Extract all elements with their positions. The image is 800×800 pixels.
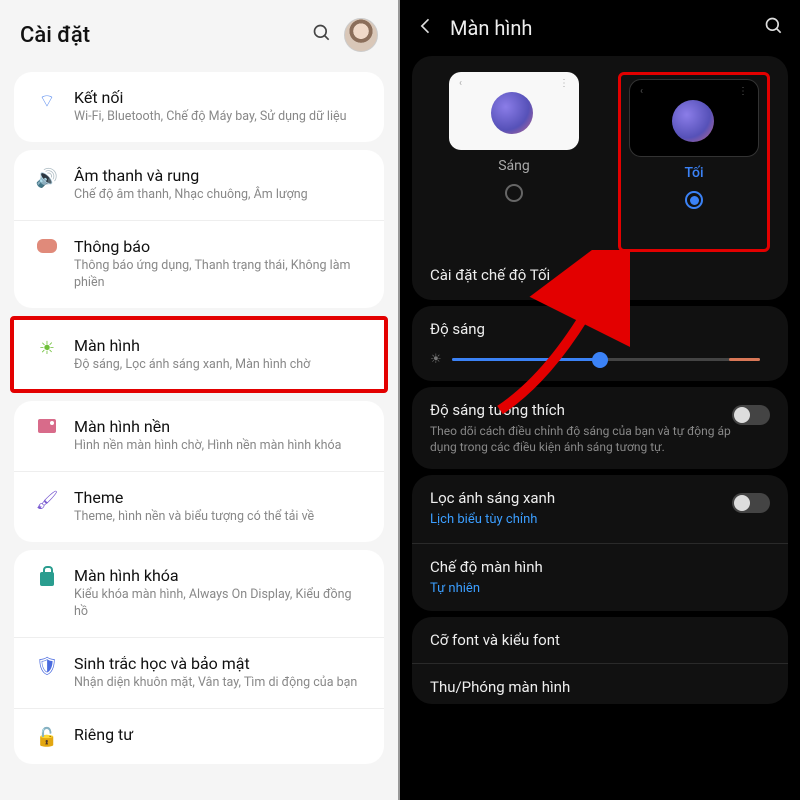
settings-item-privacy[interactable]: 🔓 Riêng tư bbox=[14, 709, 384, 764]
sun-dim-icon: ☀ bbox=[430, 352, 442, 367]
page-title: Màn hình bbox=[450, 16, 764, 40]
screenmode-label: Chế độ màn hình bbox=[430, 558, 770, 576]
item-sub: Theme, hình nền và biểu tượng có thể tải… bbox=[74, 509, 366, 526]
blue-light-row[interactable]: Lọc ánh sáng xanh Lịch biểu tùy chỉnh bbox=[430, 489, 770, 529]
settings-item-theme[interactable]: 🖌 Theme Theme, hình nền và biểu tượng có… bbox=[14, 472, 384, 542]
item-sub: Wi-Fi, Bluetooth, Chế độ Máy bay, Sử dụn… bbox=[74, 109, 366, 126]
notification-icon bbox=[32, 239, 62, 253]
settings-item-display[interactable]: ☀ Màn hình Độ sáng, Lọc ánh sáng xanh, M… bbox=[14, 320, 384, 390]
settings-item-wallpaper[interactable]: Màn hình nền Hình nền màn hình chờ, Hình… bbox=[14, 401, 384, 472]
item-label: Màn hình bbox=[74, 336, 366, 355]
theme-mode-card: ‹⋮ Sáng ‹⋮ Tối Cài đặt chế độ Tối bbox=[412, 56, 788, 300]
item-sub: Thông báo ứng dụng, Thanh trạng thái, Kh… bbox=[74, 258, 366, 292]
screen-mode-row[interactable]: Chế độ màn hình Tự nhiên bbox=[430, 558, 770, 598]
item-label: Màn hình nền bbox=[74, 417, 366, 436]
search-icon[interactable] bbox=[312, 23, 332, 47]
radio-light[interactable] bbox=[505, 184, 523, 202]
item-sub: Độ sáng, Lọc ánh sáng xanh, Màn hình chờ bbox=[74, 357, 366, 374]
sound-icon: 🔊 bbox=[32, 168, 62, 189]
bluelight-label: Lọc ánh sáng xanh bbox=[430, 489, 732, 507]
lock-icon bbox=[32, 568, 62, 586]
screenmode-sub: Tự nhiên bbox=[430, 580, 770, 598]
item-sub: Kiểu khóa màn hình, Always On Display, K… bbox=[74, 587, 366, 621]
settings-group-2: 🔊 Âm thanh và rung Chế độ âm thanh, Nhạc… bbox=[14, 150, 384, 308]
slider-thumb[interactable] bbox=[592, 352, 608, 368]
settings-item-lockscreen[interactable]: Màn hình khóa Kiểu khóa màn hình, Always… bbox=[14, 550, 384, 638]
item-label: Riêng tư bbox=[74, 725, 366, 744]
settings-group-1: ⌔ Kết nối Wi-Fi, Bluetooth, Chế độ Máy b… bbox=[14, 72, 384, 142]
highlight-dark-mode: ‹⋮ Tối bbox=[618, 72, 770, 252]
bluelight-sub: Lịch biểu tùy chỉnh bbox=[430, 511, 732, 529]
settings-item-notifications[interactable]: Thông báo Thông báo ứng dụng, Thanh trạn… bbox=[14, 221, 384, 308]
theme-icon: 🖌 bbox=[32, 490, 62, 511]
adaptive-sub: Theo dõi cách điều chỉnh độ sáng của bạn… bbox=[430, 423, 732, 455]
adaptive-toggle[interactable] bbox=[732, 405, 770, 425]
wallpaper-icon bbox=[32, 419, 62, 433]
settings-pane: Cài đặt ⌔ Kết nối Wi-Fi, Bluetooth, Chế … bbox=[0, 0, 400, 800]
item-label: Kết nối bbox=[74, 88, 366, 107]
more-display-card: Lọc ánh sáng xanh Lịch biểu tùy chỉnh Ch… bbox=[412, 475, 788, 611]
wifi-icon: ⌔ bbox=[32, 90, 62, 113]
theme-label-light: Sáng bbox=[498, 158, 530, 174]
font-card: Cỡ font và kiểu font Thu/Phóng màn hình bbox=[412, 617, 788, 704]
settings-item-connections[interactable]: ⌔ Kết nối Wi-Fi, Bluetooth, Chế độ Máy b… bbox=[14, 72, 384, 142]
item-label: Thông báo bbox=[74, 237, 366, 256]
settings-item-biometrics[interactable]: 🛡 Sinh trắc học và bảo mật Nhận diện khu… bbox=[14, 638, 384, 709]
item-sub: Nhận diện khuôn mặt, Vân tay, Tìm di độn… bbox=[74, 675, 366, 692]
bluelight-toggle[interactable] bbox=[732, 493, 770, 513]
display-header: Màn hình bbox=[400, 0, 800, 50]
item-sub: Hình nền màn hình chờ, Hình nền màn hình… bbox=[74, 438, 366, 455]
light-preview: ‹⋮ bbox=[449, 72, 579, 150]
dark-preview: ‹⋮ bbox=[629, 79, 759, 157]
radio-dark[interactable] bbox=[685, 191, 703, 209]
item-sub: Chế độ âm thanh, Nhạc chuông, Âm lượng bbox=[74, 187, 366, 204]
item-label: Sinh trắc học và bảo mật bbox=[74, 654, 366, 673]
highlight-display: ☀ Màn hình Độ sáng, Lọc ánh sáng xanh, M… bbox=[10, 316, 388, 394]
item-label: Theme bbox=[74, 488, 366, 507]
profile-avatar[interactable] bbox=[344, 18, 378, 52]
privacy-icon: 🔓 bbox=[32, 727, 62, 748]
item-label: Âm thanh và rung bbox=[74, 166, 366, 185]
display-settings-pane: Màn hình ‹⋮ Sáng ‹⋮ Tối bbox=[400, 0, 800, 800]
settings-group-4: Màn hình khóa Kiểu khóa màn hình, Always… bbox=[14, 550, 384, 764]
page-title: Cài đặt bbox=[20, 23, 312, 48]
settings-header: Cài đặt bbox=[0, 0, 398, 64]
settings-group-3: Màn hình nền Hình nền màn hình chờ, Hình… bbox=[14, 401, 384, 542]
brightness-label: Độ sáng bbox=[430, 320, 770, 338]
screen-zoom-row[interactable]: Thu/Phóng màn hình bbox=[430, 678, 770, 696]
adaptive-label: Độ sáng tương thích bbox=[430, 401, 732, 419]
item-label: Màn hình khóa bbox=[74, 566, 366, 585]
theme-option-light[interactable]: ‹⋮ Sáng bbox=[430, 72, 598, 252]
brightness-slider[interactable]: ☀ bbox=[430, 352, 770, 367]
adaptive-brightness-card: Độ sáng tương thích Theo dõi cách điều c… bbox=[412, 387, 788, 469]
font-size-row[interactable]: Cỡ font và kiểu font bbox=[430, 631, 770, 649]
settings-item-sound[interactable]: 🔊 Âm thanh và rung Chế độ âm thanh, Nhạc… bbox=[14, 150, 384, 221]
search-icon[interactable] bbox=[764, 16, 784, 40]
theme-label-dark: Tối bbox=[684, 165, 703, 181]
back-icon[interactable] bbox=[416, 16, 436, 40]
shield-icon: 🛡 bbox=[32, 656, 62, 677]
dark-mode-settings-link[interactable]: Cài đặt chế độ Tối bbox=[430, 266, 770, 284]
brightness-card: Độ sáng ☀ bbox=[412, 306, 788, 381]
theme-option-dark[interactable]: ‹⋮ Tối bbox=[629, 79, 759, 209]
display-icon: ☀ bbox=[32, 338, 62, 359]
